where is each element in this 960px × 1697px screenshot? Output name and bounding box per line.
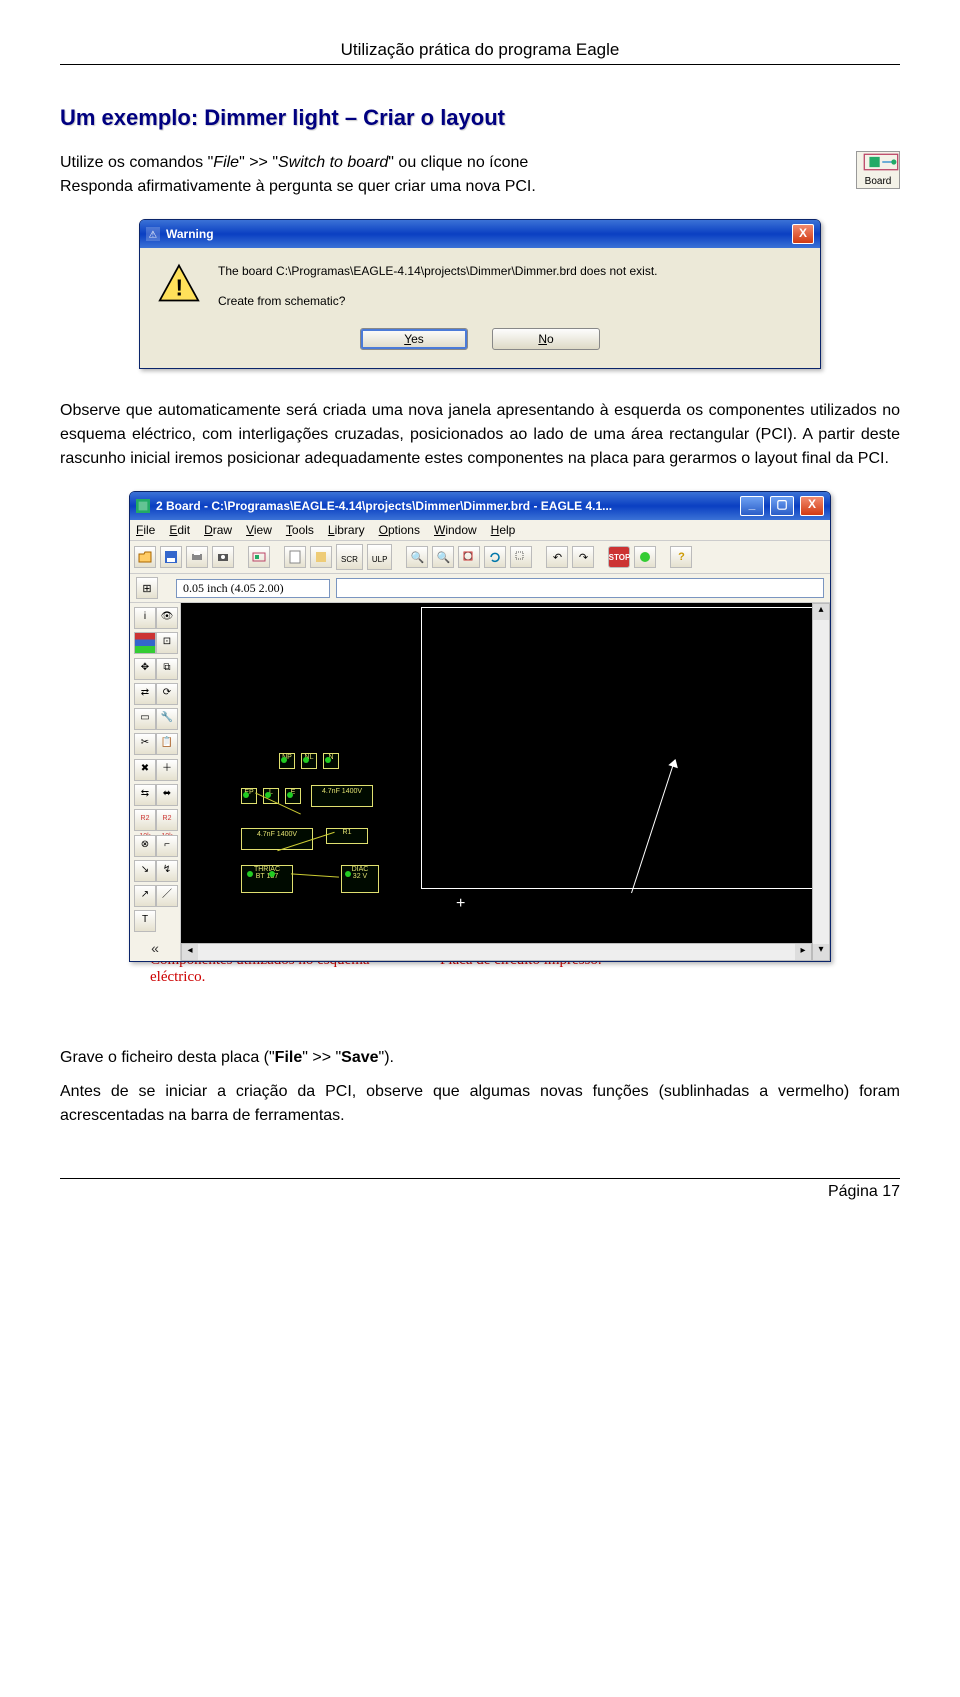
section-title: Um exemplo: Dimmer light – Criar o layou… [60,105,900,131]
svg-text:⚠: ⚠ [149,230,158,241]
part-c2[interactable]: 4.7nF 1400V [311,785,373,807]
board-icon-label: Board [857,176,899,187]
svg-text:!: ! [176,274,184,300]
board-switch-icon[interactable] [248,546,270,568]
name-r2[interactable]: R210k [134,809,156,831]
open-icon[interactable] [134,546,156,568]
dialog-titlebar[interactable]: ⚠ Warning X [140,220,820,248]
redo-icon[interactable]: ↷ [572,546,594,568]
dialog-message-1: The board C:\Programas\EAGLE-4.14\projec… [218,262,802,280]
paragraph-4: Antes de se iniciar a criação da PCI, ob… [60,1080,900,1128]
copy-icon[interactable]: ⧉ [156,658,178,680]
dialog-no-button[interactable]: No [492,328,600,350]
zoom-window-icon[interactable] [510,546,532,568]
zoom-fit-icon[interactable] [458,546,480,568]
menu-library[interactable]: Library [328,523,365,537]
stop-button[interactable]: STOP [608,546,630,568]
undo-icon[interactable]: ↶ [546,546,568,568]
part-diac[interactable]: DIAC 32 V [341,865,379,893]
sheet-icon[interactable] [284,546,306,568]
dialog-message-2: Create from schematic? [218,292,802,310]
value-r2[interactable]: R210k [156,809,178,831]
doc-header: Utilização prática do programa Eagle [60,40,900,65]
info-icon[interactable]: i [134,607,156,629]
coord-display: 0.05 inch (4.05 2.00) [176,579,330,598]
paste-icon[interactable]: 📋 [156,733,178,755]
route-icon[interactable]: ↗ [134,885,156,907]
origin-marker: + [456,895,465,913]
go-icon[interactable] [634,546,656,568]
menu-view[interactable]: View [246,523,272,537]
optimize-icon[interactable]: ↯ [156,860,178,882]
scr-button[interactable]: SCR [336,544,363,570]
zoom-out-icon[interactable]: 🔍 [432,546,454,568]
split-icon[interactable]: ↘ [134,860,156,882]
warning-icon: ! [158,262,200,307]
menu-file[interactable]: File [136,523,155,537]
toolbar-sub: ⊞ 0.05 inch (4.05 2.00) [130,574,830,603]
print-icon[interactable] [186,546,208,568]
save-icon[interactable] [160,546,182,568]
menu-window[interactable]: Window [434,523,477,537]
menu-options[interactable]: Options [379,523,420,537]
library-icon[interactable] [310,546,332,568]
paragraph-2: Observe que automaticamente será criada … [60,399,900,471]
smash-icon[interactable]: ⊗ [134,835,156,857]
dialog-close-button[interactable]: X [792,224,814,244]
eagle-board-window: 2 Board - C:\Programas\EAGLE-4.14\projec… [129,491,831,962]
text-icon[interactable]: T [134,910,156,932]
page-footer: Página 17 [60,1178,900,1201]
rotate-icon[interactable]: ⟳ [156,683,178,705]
warning-dialog: ⚠ Warning X ! The board C:\Programas\EAG… [139,219,821,369]
change-icon[interactable]: 🔧 [156,708,178,730]
wire-icon[interactable]: ／ [156,885,178,907]
ulp-button[interactable]: ULP [367,544,393,570]
replace-icon[interactable]: ⬌ [156,784,178,806]
board-outline [421,607,812,889]
more-tools[interactable]: « [134,936,176,957]
redraw-icon[interactable] [484,546,506,568]
vertical-scrollbar[interactable]: ▴▾ [812,603,830,961]
eagle-title: 2 Board - C:\Programas\EAGLE-4.14\projec… [156,499,734,513]
toolbar-main: SCR ULP 🔍 🔍 ↶ ↷ STOP ? [130,541,830,574]
board-toolbar-icon[interactable]: Board [856,151,900,189]
side-toolbar: i 👁 ⊡ ✥ ⧉ ⇄ ⟳ ▭ 🔧 ✂ 📋 ✖ ＋ ⇆ ⬌ R210k R210… [130,603,181,961]
part-c1[interactable]: 4.7nF 1400V [241,828,313,850]
menu-edit[interactable]: Edit [169,523,190,537]
layers-icon[interactable] [134,632,156,654]
group-icon[interactable]: ▭ [134,708,156,730]
menu-draw[interactable]: Draw [204,523,232,537]
part-thriac[interactable]: THRIAC BT 137 [241,865,293,893]
miter-icon[interactable]: ⌐ [156,835,178,857]
eagle-app-icon [136,499,150,513]
maximize-button[interactable]: ▢ [770,496,794,516]
dialog-title: Warning [166,227,786,241]
help-icon[interactable]: ? [670,546,692,568]
board-canvas[interactable]: + NP NL N EP L E 4.7nF 1400V 4.7nF 1400V [181,603,812,943]
mark-icon[interactable]: ⊡ [156,632,178,654]
paragraph-3: Grave o ficheiro desta placa ("File" >> … [60,1046,900,1070]
zoom-in-icon[interactable]: 🔍 [406,546,428,568]
paragraph-1: Board Utilize os comandos "File" >> "Swi… [60,151,900,199]
cut-icon[interactable]: ✂ [134,733,156,755]
horizontal-scrollbar[interactable]: ◂▸ [181,943,812,961]
pinswap-icon[interactable]: ⇆ [134,784,156,806]
move-icon[interactable]: ✥ [134,658,156,680]
menu-help[interactable]: Help [491,523,516,537]
menu-tools[interactable]: Tools [286,523,314,537]
part-r1[interactable]: R1 [326,828,368,844]
cam-icon[interactable] [212,546,234,568]
menubar: File Edit Draw View Tools Library Option… [130,520,830,541]
show-icon[interactable]: 👁 [156,607,178,629]
close-button[interactable]: X [800,496,824,516]
dialog-yes-button[interactable]: Yes [360,328,468,350]
eagle-titlebar[interactable]: 2 Board - C:\Programas\EAGLE-4.14\projec… [130,492,830,520]
warning-title-icon: ⚠ [146,227,160,241]
delete-icon[interactable]: ✖ [134,759,156,781]
command-input[interactable] [336,578,824,598]
add-icon[interactable]: ＋ [156,759,178,781]
minimize-button[interactable]: _ [740,496,764,516]
mirror-icon[interactable]: ⇄ [134,683,156,705]
grid-icon[interactable]: ⊞ [136,577,158,599]
